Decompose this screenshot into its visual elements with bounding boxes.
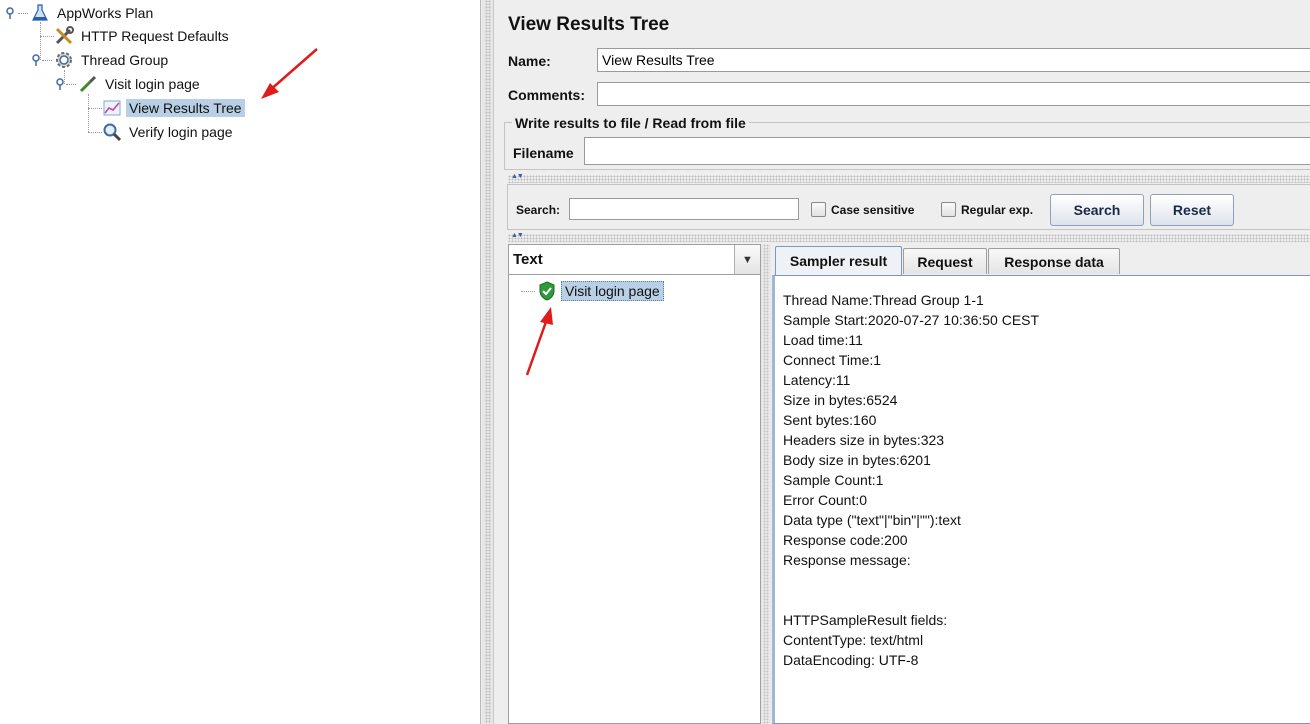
result-detail-pane: Sampler result Request Response data Thr…	[772, 244, 1310, 724]
graph-icon	[102, 98, 122, 118]
tab-response-data[interactable]: Response data	[988, 248, 1120, 274]
reset-button[interactable]: Reset	[1150, 194, 1234, 226]
regular-exp-checkbox[interactable]	[941, 202, 956, 217]
splitter-handle[interactable]	[508, 175, 1310, 183]
case-sensitive-label: Case sensitive	[831, 203, 915, 217]
sampler-result-content: Thread Name:Thread Group 1-1 Sample Star…	[772, 275, 1310, 724]
filename-label: Filename	[513, 145, 574, 161]
search-input[interactable]	[569, 198, 799, 220]
result-line: Error Count:0	[783, 492, 868, 508]
tree-connector	[88, 94, 89, 132]
regular-exp-label: Regular exp.	[961, 203, 1034, 217]
magnifier-icon	[102, 122, 122, 142]
splitter-handle[interactable]	[508, 234, 1310, 242]
results-splitter[interactable]	[761, 244, 771, 724]
name-field[interactable]	[597, 48, 1310, 72]
result-line: Latency:11	[783, 372, 851, 388]
main-splitter[interactable]	[482, 0, 494, 724]
chevron-down-icon[interactable]: ▼	[734, 245, 760, 274]
sampler-result-text[interactable]: Thread Name:Thread Group 1-1 Sample Star…	[783, 290, 1039, 670]
result-line: Sample Start:2020-07-27 10:36:50 CEST	[783, 312, 1040, 328]
tree-connector	[521, 291, 535, 292]
page-title: View Results Tree	[508, 14, 670, 35]
file-group-title: Write results to file / Read from file	[512, 115, 749, 131]
search-button[interactable]: Search	[1050, 194, 1144, 226]
test-plan-tree: AppWorks Plan HTTP Request Defaults Thre…	[0, 0, 481, 724]
tree-item-http-request-defaults[interactable]: HTTP Request Defaults	[54, 25, 232, 47]
tree-item-label: Verify login page	[129, 124, 233, 140]
filename-field[interactable]	[584, 137, 1310, 165]
results-list: Text ▼ Visit login page	[508, 244, 761, 724]
search-bar: Search: Case sensitive Regular exp. Sear…	[507, 184, 1310, 230]
result-line: Sample Count:1	[783, 472, 884, 488]
renderer-select[interactable]: Text ▼	[509, 245, 760, 275]
tree-connector	[88, 108, 102, 109]
tree-item-test-plan[interactable]: AppWorks Plan	[30, 2, 156, 24]
name-label: Name:	[508, 53, 551, 69]
tree-item-label: Visit login page	[105, 76, 200, 92]
result-line: Body size in bytes:6201	[783, 452, 931, 468]
tree-item-label: Thread Group	[81, 52, 169, 68]
expand-handle-icon[interactable]	[54, 78, 66, 90]
result-line: ContentType: text/html	[783, 632, 924, 648]
view-results-tree-panel: View Results Tree Name: Comments: Write …	[495, 0, 1310, 724]
result-line: Sent bytes:160	[783, 412, 877, 428]
result-line: Headers size in bytes:323	[783, 432, 945, 448]
tab-sampler-result[interactable]: Sampler result	[775, 246, 902, 275]
gear-icon	[54, 50, 74, 70]
tree-connector	[88, 132, 102, 133]
result-line: Thread Name:Thread Group 1-1	[783, 292, 984, 308]
result-line: Load time:11	[783, 332, 863, 348]
success-shield-icon	[537, 281, 557, 301]
renderer-selected-value: Text	[513, 251, 543, 268]
comments-label: Comments:	[508, 87, 586, 103]
expand-handle-icon[interactable]	[4, 7, 16, 19]
result-line: Response message:	[783, 552, 911, 568]
tree-item-visit-login-page[interactable]: Visit login page	[78, 73, 203, 95]
result-line: Connect Time:1	[783, 352, 882, 368]
result-line: Data type ("text"|"bin"|""):text	[783, 512, 961, 528]
search-label: Search:	[516, 203, 561, 217]
result-line: Size in bytes:6524	[783, 392, 898, 408]
collapse-arrows-icon[interactable]: ▲▼	[511, 173, 524, 180]
comments-field[interactable]	[597, 82, 1310, 106]
tree-item-view-results-tree[interactable]: View Results Tree	[102, 97, 245, 119]
tree-item-label: AppWorks Plan	[57, 5, 154, 21]
pipette-icon	[78, 74, 98, 94]
tab-request[interactable]: Request	[903, 248, 987, 274]
tree-connector	[18, 13, 28, 14]
tree-connector	[66, 84, 76, 85]
flask-icon	[30, 3, 50, 23]
result-line	[783, 570, 1039, 590]
annotation-arrow-icon	[261, 48, 318, 99]
tree-item-verify-login-page[interactable]: Verify login page	[102, 121, 236, 143]
result-line: DataEncoding: UTF-8	[783, 652, 919, 668]
collapse-arrows-icon[interactable]: ▲▼	[511, 232, 524, 239]
result-line	[783, 590, 1039, 610]
expand-handle-icon[interactable]	[30, 54, 42, 66]
tree-connector	[40, 36, 54, 37]
tree-connector	[42, 60, 52, 61]
annotation-arrow-icon	[525, 307, 553, 376]
tree-item-label: View Results Tree	[126, 99, 245, 117]
tree-item-label: HTTP Request Defaults	[81, 28, 229, 44]
tree-item-thread-group[interactable]: Thread Group	[54, 49, 171, 71]
sample-result-item[interactable]: Visit login page	[537, 280, 664, 302]
result-line: HTTPSampleResult fields:	[783, 612, 948, 628]
result-line: Response code:200	[783, 532, 908, 548]
case-sensitive-checkbox[interactable]	[811, 202, 826, 217]
sample-result-label: Visit login page	[561, 281, 664, 301]
tools-icon	[54, 26, 74, 46]
